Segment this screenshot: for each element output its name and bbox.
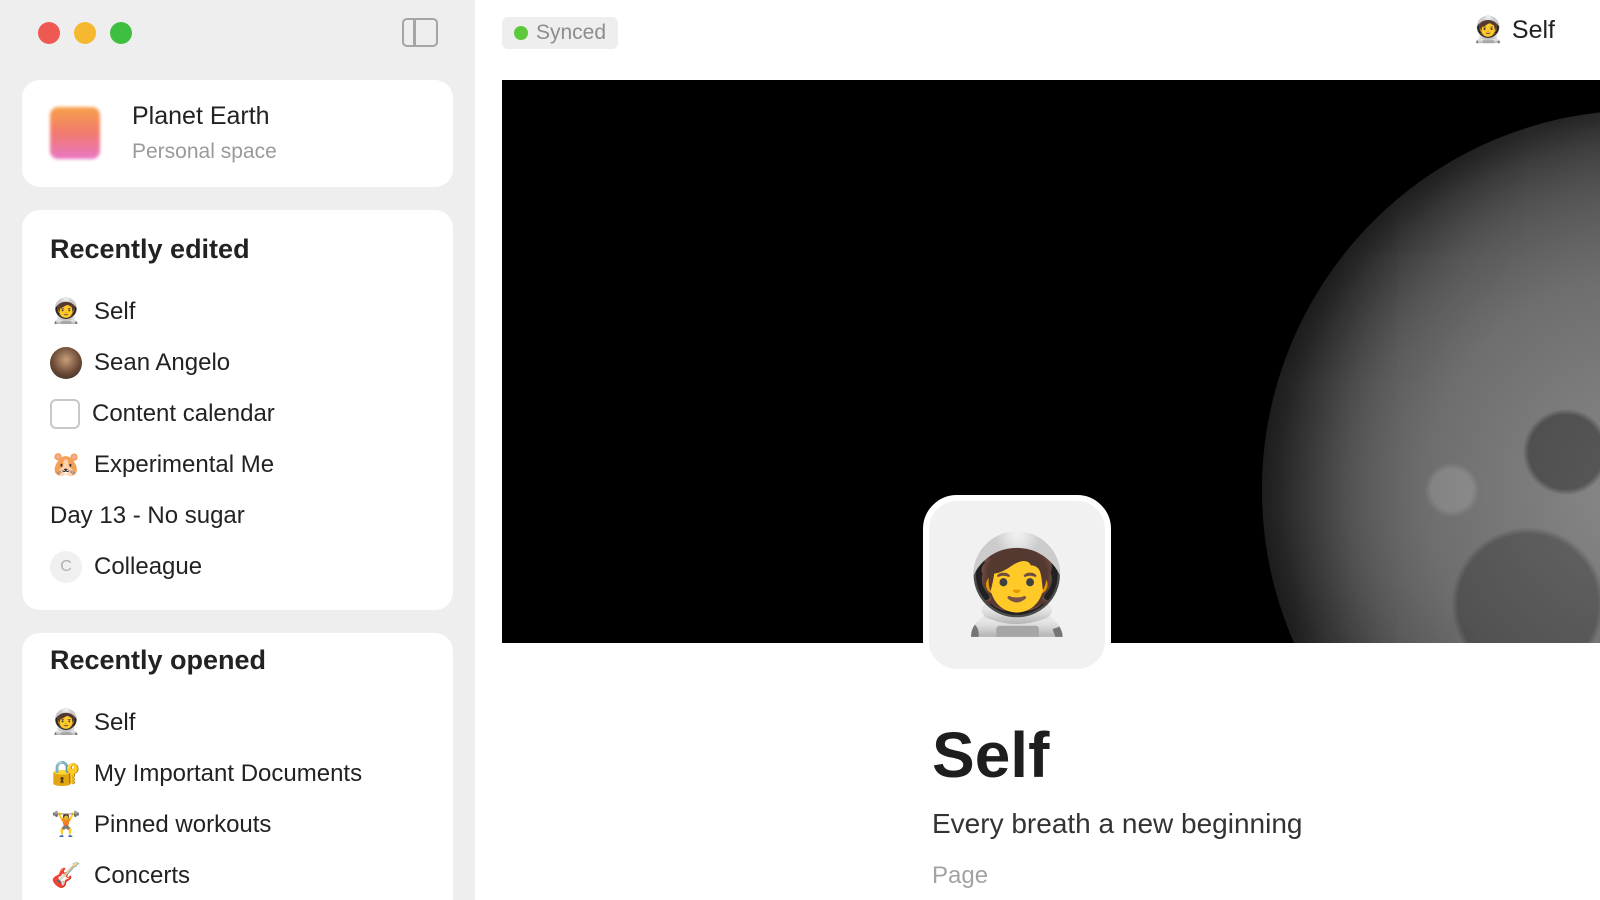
page-title[interactable]: Self bbox=[932, 718, 1049, 792]
guitar-icon: 🎸 bbox=[51, 862, 81, 889]
list-item[interactable]: 🏋️ Pinned workouts bbox=[50, 799, 433, 850]
list-item[interactable]: 🧑‍🚀 Self bbox=[50, 286, 433, 337]
sidebar-toggle-icon[interactable] bbox=[402, 18, 438, 47]
avatar-photo-icon bbox=[50, 346, 82, 379]
list-item-label: Colleague bbox=[94, 552, 203, 580]
astronaut-icon: 🧑‍🚀 bbox=[957, 531, 1077, 638]
sidebar: Planet Earth Personal space Recently edi… bbox=[0, 0, 475, 900]
list-item-label: Content calendar bbox=[92, 399, 275, 427]
list-item-label: Day 13 - No sugar bbox=[50, 501, 245, 529]
minimize-window-button[interactable] bbox=[74, 22, 96, 44]
list-item[interactable]: 🎸 Concerts bbox=[50, 850, 433, 900]
recently-edited-list: 🧑‍🚀 Self Sean Angelo Content calendar 🐹 … bbox=[50, 286, 433, 592]
page-subtitle[interactable]: Every breath a new beginning bbox=[932, 808, 1302, 840]
sync-status-badge: Synced bbox=[502, 17, 619, 49]
list-item[interactable]: 🔐 My Important Documents bbox=[50, 748, 433, 799]
recently-edited-section: Recently edited 🧑‍🚀 Self Sean Angelo Con… bbox=[22, 210, 453, 610]
list-item-label: Pinned workouts bbox=[94, 810, 272, 838]
list-item-label: My Important Documents bbox=[94, 759, 363, 787]
lock-key-icon: 🔐 bbox=[51, 760, 81, 787]
sync-status-label: Synced bbox=[536, 21, 607, 44]
synced-dot-icon bbox=[514, 26, 528, 40]
window-controls bbox=[38, 22, 132, 44]
page-icon[interactable]: 🧑‍🚀 bbox=[923, 495, 1111, 675]
list-item[interactable]: 🐹 Experimental Me bbox=[50, 439, 433, 490]
space-subtitle: Personal space bbox=[132, 140, 277, 163]
recently-opened-section: Recently opened 🧑‍🚀 Self 🔐 My Important … bbox=[22, 633, 453, 900]
main-content: Synced 🧑‍🚀 Self 🧑‍🚀 Self Every breath a … bbox=[475, 0, 1600, 900]
astronaut-icon: 🧑‍🚀 bbox=[1472, 16, 1504, 44]
list-item[interactable]: Sean Angelo bbox=[50, 337, 433, 388]
hamster-icon: 🐹 bbox=[51, 451, 81, 478]
letter-avatar-icon: C bbox=[50, 550, 82, 583]
current-page-breadcrumb[interactable]: 🧑‍🚀 Self bbox=[1473, 16, 1555, 45]
list-item[interactable]: Content calendar bbox=[50, 388, 433, 439]
astronaut-icon: 🧑‍🚀 bbox=[51, 298, 81, 325]
astronaut-icon: 🧑‍🚀 bbox=[51, 709, 81, 736]
list-item-label: Sean Angelo bbox=[94, 348, 231, 376]
moon-image bbox=[1262, 110, 1600, 643]
recently-opened-list: 🧑‍🚀 Self 🔐 My Important Documents 🏋️ Pin… bbox=[50, 697, 433, 900]
list-item-label: Experimental Me bbox=[94, 450, 275, 478]
list-item-label: Self bbox=[94, 708, 136, 736]
list-item-label: Concerts bbox=[94, 861, 191, 889]
breadcrumb-label: Self bbox=[1511, 16, 1555, 44]
page-type-label: Page bbox=[932, 862, 989, 889]
recently-edited-heading: Recently edited bbox=[50, 234, 250, 264]
recently-opened-heading: Recently opened bbox=[50, 645, 267, 675]
list-item[interactable]: Day 13 - No sugar bbox=[50, 490, 433, 541]
space-switcher[interactable]: Planet Earth Personal space bbox=[22, 80, 453, 187]
list-item-label: Self bbox=[94, 297, 136, 325]
maximize-window-button[interactable] bbox=[110, 22, 132, 44]
space-avatar bbox=[50, 107, 100, 159]
checkbox-icon bbox=[50, 398, 80, 429]
weightlifter-icon: 🏋️ bbox=[51, 811, 81, 838]
list-item[interactable]: C Colleague bbox=[50, 541, 433, 592]
close-window-button[interactable] bbox=[38, 22, 60, 44]
list-item[interactable]: 🧑‍🚀 Self bbox=[50, 697, 433, 748]
space-name: Planet Earth bbox=[132, 102, 270, 130]
